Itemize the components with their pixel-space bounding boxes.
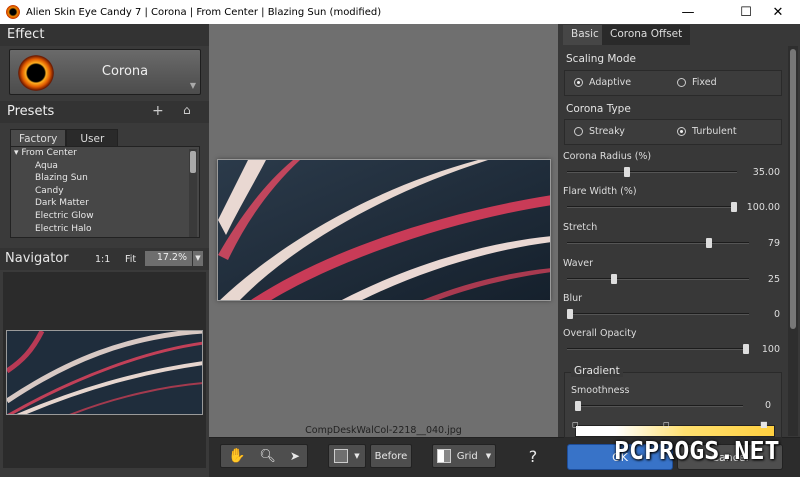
slider-track[interactable] [567, 206, 737, 208]
smoothness-label: Smoothness [571, 385, 630, 396]
slider-track[interactable] [567, 171, 737, 173]
radio-dot-icon [677, 127, 686, 136]
zoom-tool-icon[interactable]: 🔍︎ [259, 449, 276, 464]
slider-thumb[interactable] [567, 309, 573, 319]
gradient-label: Gradient [571, 365, 623, 377]
radio-streaky[interactable]: Streaky [574, 126, 625, 137]
effect-name: Corona [101, 64, 149, 79]
dropdown-arrow-icon: ▼ [485, 452, 492, 460]
slider-label: Flare Width (%) [563, 186, 637, 197]
window-title: Alien Skin Eye Candy 7 | Corona | From C… [26, 6, 382, 18]
effect-heading: Effect [0, 24, 209, 46]
zoom-field[interactable]: 17.2% [145, 251, 192, 266]
navigator-image [7, 331, 202, 414]
navigator-thumbnail[interactable] [6, 330, 203, 415]
navigator-heading: Navigator [5, 251, 69, 266]
radio-adaptive[interactable]: Adaptive [574, 77, 631, 88]
slider-thumb[interactable] [624, 167, 631, 177]
close-button[interactable]: ✕ [756, 0, 800, 24]
slider-label: Stretch [563, 222, 598, 233]
preset-item[interactable]: Aqua [11, 160, 199, 173]
gradient-stop-icon[interactable]: ◻ [663, 420, 670, 429]
grid-button[interactable]: Grid ▼ [432, 444, 496, 468]
corona-type-label: Corona Type [566, 103, 631, 115]
radio-dot-icon [574, 127, 583, 136]
radio-fixed[interactable]: Fixed [677, 77, 717, 88]
preset-item[interactable]: Candy [11, 185, 199, 198]
smoothness-thumb[interactable] [575, 401, 581, 411]
preset-group[interactable]: ▾ From Center [11, 147, 199, 160]
before-button[interactable]: Before [370, 444, 412, 468]
app-icon [6, 5, 20, 19]
dropdown-arrow-icon: ▼ [189, 81, 196, 90]
tab-basic[interactable]: Basic [563, 25, 607, 45]
preview-image-graphic [218, 160, 550, 300]
slider-thumb[interactable] [706, 238, 713, 248]
tool-group: ✋ 🔍︎ ➤ [220, 444, 308, 468]
help-icon[interactable]: ? [516, 444, 550, 468]
slider-thumb[interactable] [611, 274, 617, 284]
tab-corona-offset[interactable]: Corona Offset [602, 25, 691, 45]
slider-track[interactable] [567, 278, 749, 280]
preset-item[interactable]: Blazing Sun [11, 172, 199, 185]
add-preset-icon[interactable]: + [152, 103, 164, 119]
color-swatch-icon [334, 449, 349, 463]
slider-thumb[interactable] [731, 202, 737, 212]
home-icon[interactable]: ⌂ [183, 103, 191, 117]
preset-item[interactable]: Electric Glow [11, 210, 199, 223]
radio-dot-icon [677, 78, 686, 87]
preview-filename: CompDeskWalCol-2218__040.jpg [305, 425, 462, 436]
pointer-tool-icon[interactable]: ➤ [290, 449, 300, 463]
slider-value: 79 [767, 238, 780, 249]
preset-item[interactable]: Electric Halo [11, 223, 199, 236]
gradient-stop-icon[interactable]: ■ [760, 420, 768, 429]
radio-dot-icon [574, 78, 583, 87]
slider-value: 0 [773, 309, 780, 320]
preset-item[interactable]: Dark Matter [11, 197, 199, 210]
slider-value: 25 [767, 274, 780, 285]
grid-label: Grid [456, 450, 478, 462]
corona-thumbnail-icon [18, 55, 54, 91]
smoothness-value: 0 [764, 400, 771, 411]
slider-label: Waver [563, 258, 593, 269]
radio-turbulent[interactable]: Turbulent [677, 126, 737, 137]
grid-icon [436, 449, 451, 463]
preset-scrollbar[interactable] [189, 149, 197, 237]
right-scrollbar[interactable] [788, 46, 798, 436]
scrollbar-thumb[interactable] [190, 151, 196, 173]
slider-track[interactable] [567, 348, 749, 350]
title-bar: Alien Skin Eye Candy 7 | Corona | From C… [0, 0, 800, 24]
minimize-button[interactable]: — [666, 0, 710, 24]
preview-image[interactable] [217, 159, 551, 301]
slider-value: 100 [761, 344, 780, 355]
dropdown-arrow-icon: ▼ [354, 452, 360, 460]
slider-value: 100.00 [746, 202, 780, 213]
slider-label: Corona Radius (%) [563, 151, 652, 162]
gradient-stop-icon[interactable]: ◻ [572, 420, 579, 429]
slider-track[interactable] [567, 313, 749, 315]
slider-value: 35.00 [752, 167, 780, 178]
zoom-1-1-button[interactable]: 1:1 [95, 254, 110, 265]
preset-list: ▾ From Center Aqua Blazing Sun Candy Dar… [10, 146, 200, 238]
smoothness-track[interactable] [575, 405, 743, 407]
hand-tool-icon[interactable]: ✋ [228, 448, 245, 464]
scaling-mode-label: Scaling Mode [566, 53, 636, 65]
watermark-logo: PCPROGS.NET [614, 435, 780, 465]
zoom-dropdown-icon[interactable]: ▼ [193, 251, 203, 266]
background-color-button[interactable]: ▼ [328, 444, 366, 468]
scrollbar-thumb[interactable] [790, 49, 796, 329]
zoom-fit-button[interactable]: Fit [125, 254, 136, 265]
slider-label: Blur [563, 293, 583, 304]
effect-selector[interactable]: Corona ▼ [9, 49, 201, 95]
slider-label: Overall Opacity [563, 328, 637, 339]
slider-track[interactable] [567, 242, 749, 244]
presets-heading: Presets [0, 101, 209, 123]
